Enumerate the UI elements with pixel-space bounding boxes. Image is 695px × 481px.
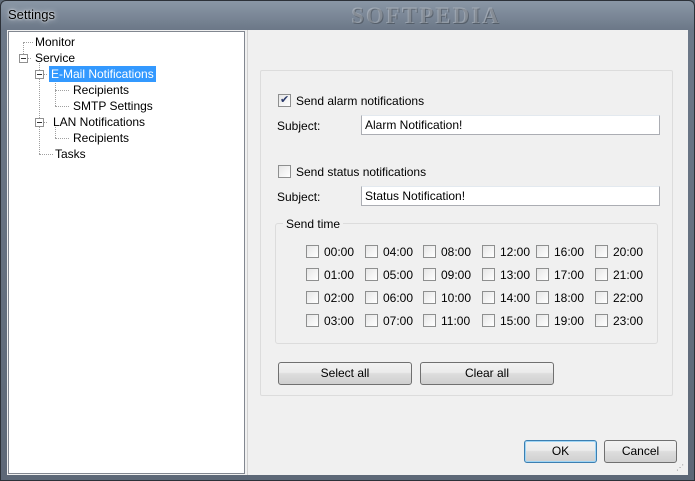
cancel-button[interactable]: Cancel bbox=[604, 440, 677, 463]
tree-line bbox=[55, 106, 69, 107]
hour-label[interactable]: 13:00 bbox=[500, 268, 530, 282]
ok-button[interactable]: OK bbox=[524, 440, 597, 463]
hour-label[interactable]: 11:00 bbox=[441, 314, 470, 328]
tree-line bbox=[23, 42, 33, 43]
hour-label[interactable]: 15:00 bbox=[500, 314, 530, 328]
hour-checkbox[interactable] bbox=[482, 314, 495, 327]
hour-checkbox[interactable] bbox=[423, 245, 436, 258]
tree-item-email-recipients[interactable]: Recipients bbox=[71, 82, 131, 98]
hour-checkbox[interactable] bbox=[536, 245, 549, 258]
hour-checkbox[interactable] bbox=[306, 268, 319, 281]
settings-tree[interactable]: Monitor Service E-Mail Notifications Rec… bbox=[8, 31, 245, 474]
clear-all-button[interactable]: Clear all bbox=[420, 362, 554, 385]
tree-item-email-notifications[interactable]: E-Mail Notifications bbox=[48, 65, 157, 83]
hour-checkbox[interactable] bbox=[482, 268, 495, 281]
hour-checkbox[interactable] bbox=[595, 314, 608, 327]
tree-line bbox=[39, 154, 53, 155]
title-bar[interactable]: Settings SOFTPEDIA bbox=[1, 1, 694, 30]
hour-label[interactable]: 00:00 bbox=[324, 245, 354, 259]
tree-item-service[interactable]: Service bbox=[33, 50, 77, 66]
hour-label[interactable]: 20:00 bbox=[613, 245, 643, 259]
tree-line bbox=[55, 79, 56, 106]
hour-checkbox[interactable] bbox=[423, 291, 436, 304]
hour-checkbox[interactable] bbox=[423, 314, 436, 327]
hour-label[interactable]: 19:00 bbox=[554, 314, 584, 328]
hour-label[interactable]: 08:00 bbox=[441, 245, 471, 259]
hour-checkbox[interactable] bbox=[482, 291, 495, 304]
tree-line bbox=[55, 90, 69, 91]
collapse-lan-icon[interactable] bbox=[35, 118, 44, 127]
collapse-service-icon[interactable] bbox=[19, 54, 28, 63]
hour-checkbox[interactable] bbox=[306, 314, 319, 327]
hour-label[interactable]: 22:00 bbox=[613, 291, 643, 305]
hour-checkbox[interactable] bbox=[306, 245, 319, 258]
watermark-logo: SOFTPEDIA bbox=[351, 3, 501, 28]
tree-line bbox=[55, 138, 69, 139]
hour-label[interactable]: 23:00 bbox=[613, 314, 643, 328]
send-status-checkbox[interactable] bbox=[278, 165, 291, 178]
send-status-label[interactable]: Send status notifications bbox=[296, 165, 426, 179]
hour-checkbox[interactable] bbox=[536, 291, 549, 304]
send-time-legend: Send time bbox=[283, 217, 344, 231]
select-all-button[interactable]: Select all bbox=[278, 362, 412, 385]
hour-label[interactable]: 16:00 bbox=[554, 245, 584, 259]
hour-label[interactable]: 14:00 bbox=[500, 291, 530, 305]
hour-checkbox[interactable] bbox=[536, 268, 549, 281]
client-area: Monitor Service E-Mail Notifications Rec… bbox=[7, 30, 688, 475]
hour-label[interactable]: 17:00 bbox=[554, 268, 584, 282]
hour-label[interactable]: 07:00 bbox=[383, 314, 413, 328]
tree-item-monitor[interactable]: Monitor bbox=[33, 34, 77, 50]
window-title: Settings bbox=[8, 7, 55, 22]
settings-window: Settings SOFTPEDIA Monitor Service E-Mai… bbox=[0, 0, 695, 481]
hour-label[interactable]: 21:00 bbox=[613, 268, 643, 282]
status-subject-input[interactable]: Status Notification! bbox=[361, 186, 660, 206]
email-settings-group: Send alarm notifications Subject: Alarm … bbox=[260, 70, 673, 396]
collapse-email-icon[interactable] bbox=[35, 70, 44, 79]
hour-label[interactable]: 03:00 bbox=[324, 314, 354, 328]
hour-checkbox[interactable] bbox=[595, 291, 608, 304]
hour-checkbox[interactable] bbox=[365, 291, 378, 304]
hour-checkbox[interactable] bbox=[423, 268, 436, 281]
hour-label[interactable]: 09:00 bbox=[441, 268, 471, 282]
send-alarm-checkbox[interactable] bbox=[278, 93, 291, 107]
tree-item-lan-recipients[interactable]: Recipients bbox=[71, 130, 131, 146]
email-notifications-panel: Send alarm notifications Subject: Alarm … bbox=[247, 30, 688, 475]
send-alarm-label[interactable]: Send alarm notifications bbox=[296, 94, 424, 108]
hour-label[interactable]: 02:00 bbox=[324, 291, 354, 305]
tree-item-smtp-settings[interactable]: SMTP Settings bbox=[71, 98, 155, 114]
hour-checkbox[interactable] bbox=[306, 291, 319, 304]
hour-label[interactable]: 18:00 bbox=[554, 291, 584, 305]
hour-label[interactable]: 12:00 bbox=[500, 245, 530, 259]
tree-item-lan-notifications[interactable]: LAN Notifications bbox=[51, 114, 147, 130]
hour-label[interactable]: 10:00 bbox=[441, 291, 471, 305]
hour-label[interactable]: 05:00 bbox=[383, 268, 413, 282]
alarm-subject-input[interactable]: Alarm Notification! bbox=[361, 115, 660, 135]
hour-checkbox[interactable] bbox=[365, 268, 378, 281]
status-subject-label: Subject: bbox=[277, 190, 321, 204]
hour-checkbox[interactable] bbox=[365, 245, 378, 258]
hour-checkbox[interactable] bbox=[595, 245, 608, 258]
hour-checkbox[interactable] bbox=[365, 314, 378, 327]
hour-label[interactable]: 06:00 bbox=[383, 291, 413, 305]
size-grip-icon[interactable]: ⋰ bbox=[676, 463, 686, 473]
alarm-subject-label: Subject: bbox=[277, 119, 321, 133]
hour-checkbox[interactable] bbox=[482, 245, 495, 258]
tree-item-tasks[interactable]: Tasks bbox=[53, 146, 88, 162]
hour-label[interactable]: 01:00 bbox=[324, 268, 354, 282]
hour-checkbox[interactable] bbox=[536, 314, 549, 327]
hour-label[interactable]: 04:00 bbox=[383, 245, 413, 259]
hour-checkbox[interactable] bbox=[595, 268, 608, 281]
